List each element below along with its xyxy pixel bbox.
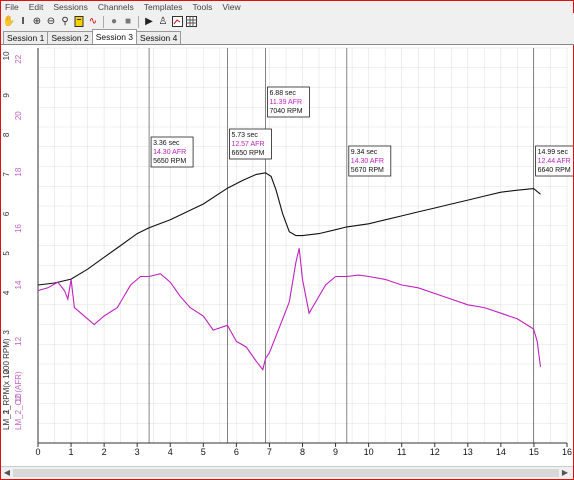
x-tick-label: 9 <box>333 447 338 457</box>
y-tick-label: 9 <box>2 93 11 98</box>
cursor-readout-rpm: 6650 RPM <box>231 150 264 157</box>
menu-sessions[interactable]: Sessions <box>49 1 94 13</box>
menu-view[interactable]: View <box>218 1 246 13</box>
menu-bar: File Edit Sessions Channels Templates To… <box>1 1 573 13</box>
chart-svg: 0 1 2 3 4 5 6 7 8 9 10 11 12 13 14 15 161234567891010121… <box>2 47 574 457</box>
tab-session-3[interactable]: Session 3 <box>91 29 138 44</box>
zoom-in-icon[interactable]: ⊕ <box>31 16 43 28</box>
cursor-readout-afr: 11.39 AFR <box>269 99 302 106</box>
signal-icon[interactable]: ∿ <box>87 16 99 28</box>
x-tick-label: 6 <box>234 447 239 457</box>
x-tick-label: 15 <box>529 447 539 457</box>
cursor-readout-afr: 14.30 AFR <box>351 158 384 165</box>
cursor-readout-afr: 12.57 AFR <box>231 141 264 148</box>
play-icon[interactable]: ▶ <box>143 16 155 28</box>
menu-file[interactable]: File <box>1 1 25 13</box>
scroll-thumb[interactable] <box>13 469 559 477</box>
cursor-readout-rpm: 6640 RPM <box>538 167 571 174</box>
cursor-icon[interactable]: I <box>17 16 29 28</box>
y-tick-label: 7 <box>2 172 11 177</box>
session-tabs: Session 1 Session 2 Session 3 Session 4 <box>1 29 574 45</box>
cursor-readout-time: 9.34 sec <box>351 149 378 156</box>
y-tick-label: 14 <box>14 280 23 289</box>
x-tick-label: 4 <box>168 447 173 457</box>
y-tick-label: 5 <box>2 251 11 256</box>
hand-icon[interactable]: ✋ <box>3 16 15 28</box>
menu-templates[interactable]: Templates <box>140 1 189 13</box>
menu-tools[interactable]: Tools <box>189 1 219 13</box>
scroll-left-icon[interactable]: ◀ <box>2 468 12 478</box>
x-tick-label: 3 <box>135 447 140 457</box>
grid-icon[interactable] <box>185 16 197 28</box>
series-line-afr <box>37 248 542 371</box>
x-tick-label: 7 <box>267 447 272 457</box>
cursor-readout-time: 5.73 sec <box>231 132 258 139</box>
x-tick-label: 14 <box>496 447 506 457</box>
y-tick-label: 12 <box>14 336 23 345</box>
tab-session-1[interactable]: Session 1 <box>3 31 49 44</box>
cursor-readout-time: 6.88 sec <box>269 90 296 97</box>
x-tick-label: 5 <box>201 447 206 457</box>
menu-channels[interactable]: Channels <box>94 1 140 13</box>
horizontal-scrollbar[interactable]: ◀ ▶ <box>1 466 573 479</box>
x-tick-label: 8 <box>300 447 305 457</box>
record-icon[interactable]: ● <box>108 16 120 28</box>
scroll-right-icon[interactable]: ▶ <box>560 468 570 478</box>
x-tick-label: 2 <box>102 447 107 457</box>
series-line-rpm <box>37 172 541 286</box>
y-tick-label: 10 <box>2 51 11 60</box>
stop-icon[interactable]: ■ <box>122 16 134 28</box>
y-tick-label: 22 <box>14 54 23 63</box>
xy-plot-icon[interactable] <box>171 16 183 28</box>
x-tick-label: 16 <box>562 447 572 457</box>
plot-area[interactable]: 0 1 2 3 4 5 6 7 8 9 10 11 12 13 14 15 16 1 2 3 4 5 6 7 8 9 10 10 12 1… <box>1 45 574 465</box>
x-tick-label: 13 <box>463 447 473 457</box>
y-tick-label: 6 <box>2 211 11 216</box>
y-tick-label: 3 <box>2 330 11 335</box>
binoculars-icon[interactable]: ♙ <box>157 16 169 28</box>
cursor-readout-rpm: 5650 RPM <box>153 158 186 165</box>
y-tick-label: 16 <box>14 224 23 233</box>
y-tick-label: 18 <box>14 167 23 176</box>
y-axis-label-rpm: LM_2_RPM(x 1000 RPM) <box>2 338 11 430</box>
cursor-readout-afr: 14.30 AFR <box>153 149 186 156</box>
y-tick-label: 8 <box>2 132 11 137</box>
x-tick-label: 12 <box>430 447 440 457</box>
cursor-readout-rpm: 5670 RPM <box>351 167 384 174</box>
zoom-fit-icon[interactable]: ⚲ <box>59 16 71 28</box>
cursor-readout-time: 14.99 sec <box>538 149 569 156</box>
note-icon[interactable] <box>73 16 85 28</box>
x-tick-label: 1 <box>69 447 74 457</box>
x-tick-label: 11 <box>397 447 406 457</box>
toolbar-separator <box>103 15 104 28</box>
zoom-out-icon[interactable]: ⊖ <box>45 16 57 28</box>
y-axis-label-afr: LM_2_O2 (AFR) <box>14 371 23 430</box>
x-tick-label: 10 <box>364 447 374 457</box>
toolbar-separator <box>138 15 139 28</box>
y-tick-label: 4 <box>2 290 11 295</box>
toolbar: ✋ I ⊕ ⊖ ⚲ ∿ ● ■ ▶ ♙ <box>1 13 574 30</box>
y-tick-label: 20 <box>14 111 23 120</box>
x-tick-label: 0 <box>35 447 40 457</box>
menu-edit[interactable]: Edit <box>25 1 50 13</box>
tab-session-2[interactable]: Session 2 <box>47 31 93 44</box>
cursor-readout-time: 3.36 sec <box>153 140 180 147</box>
tab-session-4[interactable]: Session 4 <box>136 31 182 44</box>
cursor-readout-rpm: 7040 RPM <box>269 108 302 115</box>
cursor-readout-afr: 12.44 AFR <box>538 158 571 165</box>
